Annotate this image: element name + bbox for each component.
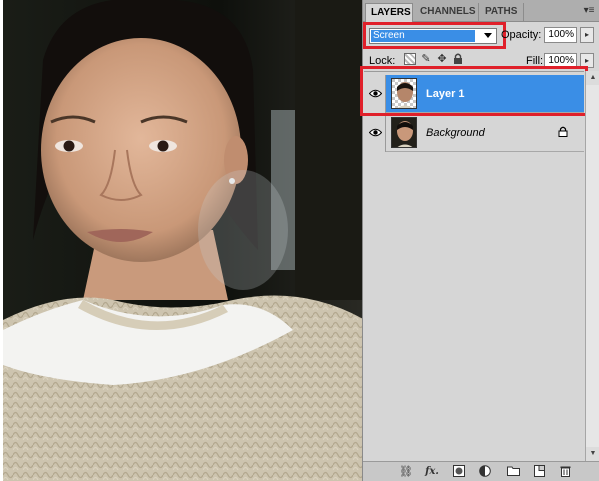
layer-thumbnail [391,117,417,148]
scroll-down-icon[interactable]: ▼ [586,447,599,461]
layer-thumbnail [391,78,417,109]
layers-bottom-toolbar: ⛓ fx. [363,461,599,481]
lock-transparent-pixels-icon[interactable] [404,53,416,65]
link-layers-icon[interactable]: ⛓ [398,465,414,479]
adjustment-layer-icon[interactable] [477,465,493,479]
eye-icon [369,89,382,98]
visibility-toggle[interactable] [364,114,386,152]
lock-all-icon[interactable] [452,53,464,65]
lock-label: Lock: [369,55,396,67]
document-canvas[interactable] [0,0,362,481]
panel-menu-icon[interactable]: ▾≡ [582,5,596,17]
lock-position-icon[interactable]: ✥ [436,53,448,65]
layer-row-background[interactable]: Background [364,114,584,152]
layer-row-layer-1[interactable]: Layer 1 [364,75,584,113]
eye-icon [369,128,382,137]
trash-icon[interactable] [557,465,573,479]
lock-image-pixels-icon[interactable]: ✎ [420,53,432,65]
layer-name[interactable]: Background [426,127,485,139]
folder-icon[interactable] [505,465,521,479]
fx-icon[interactable]: fx. [424,465,440,479]
scroll-up-icon[interactable]: ▲ [586,71,599,85]
panel-tab-bar: LAYERS CHANNELS PATHS ▾≡ [363,0,599,22]
fill-input[interactable]: 100% [544,53,577,68]
blend-mode-value: Screen [371,30,475,42]
add-mask-icon[interactable] [451,465,467,479]
fill-slider-arrow-icon[interactable]: ▸ [580,53,594,68]
visibility-toggle[interactable] [364,75,386,113]
chevron-down-icon [484,33,492,38]
layer-name[interactable]: Layer 1 [426,88,465,100]
tab-paths[interactable]: PATHS [480,3,524,22]
layers-list: Layer 1 Background [364,71,584,461]
layers-scrollbar[interactable]: ▲ ▼ [585,71,599,461]
tab-channels[interactable]: CHANNELS [415,3,479,22]
opacity-label: Opacity: [501,29,542,41]
opacity-input[interactable]: 100% [544,27,577,43]
tab-layers[interactable]: LAYERS [365,3,413,22]
layers-panel: LAYERS CHANNELS PATHS ▾≡ Screen Opacity:… [360,0,599,481]
portrait-photo [3,0,362,481]
blend-mode-select[interactable]: Screen [369,28,497,44]
fill-label: Fill: [526,55,544,67]
lock-icon [558,126,568,137]
opacity-slider-arrow-icon[interactable]: ▸ [580,27,594,43]
new-layer-icon[interactable] [531,465,547,479]
